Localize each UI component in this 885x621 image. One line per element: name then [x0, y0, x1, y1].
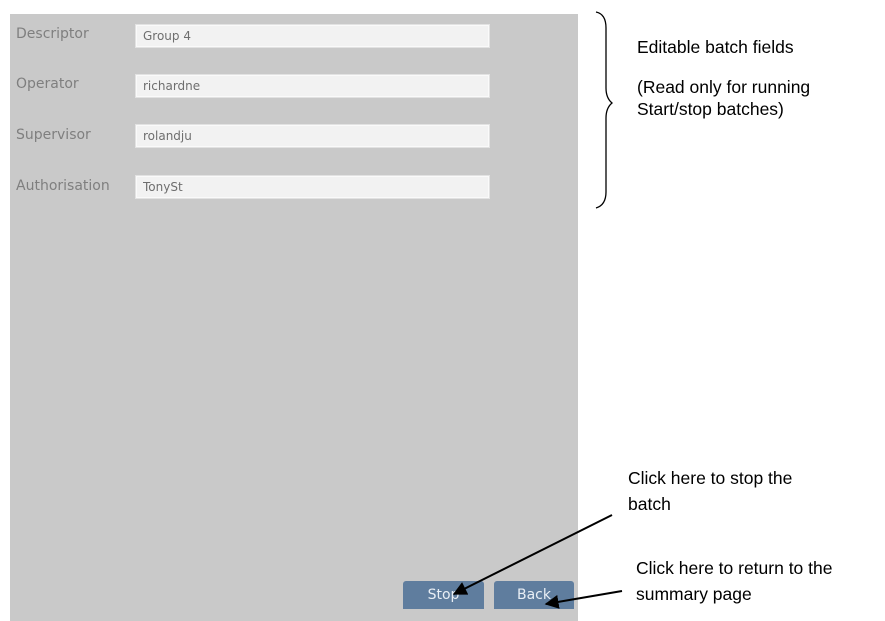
stop-note-line2: batch	[628, 494, 671, 514]
editable-fields-note: Editable batch fields	[637, 37, 794, 57]
screenshot-stage: Descriptor Operator Supervisor Authorisa…	[0, 0, 885, 621]
readonly-note-line1: (Read only for running	[637, 77, 811, 97]
readonly-note-line2: Start/stop batches)	[637, 99, 784, 119]
curly-brace	[595, 11, 614, 209]
back-callout-arrow	[544, 590, 623, 609]
back-note-line2: summary page	[636, 584, 752, 604]
stop-callout-arrow	[452, 514, 613, 595]
stop-note-line1: Click here to stop the	[628, 468, 793, 488]
back-note-line1: Click here to return to the	[636, 558, 833, 578]
